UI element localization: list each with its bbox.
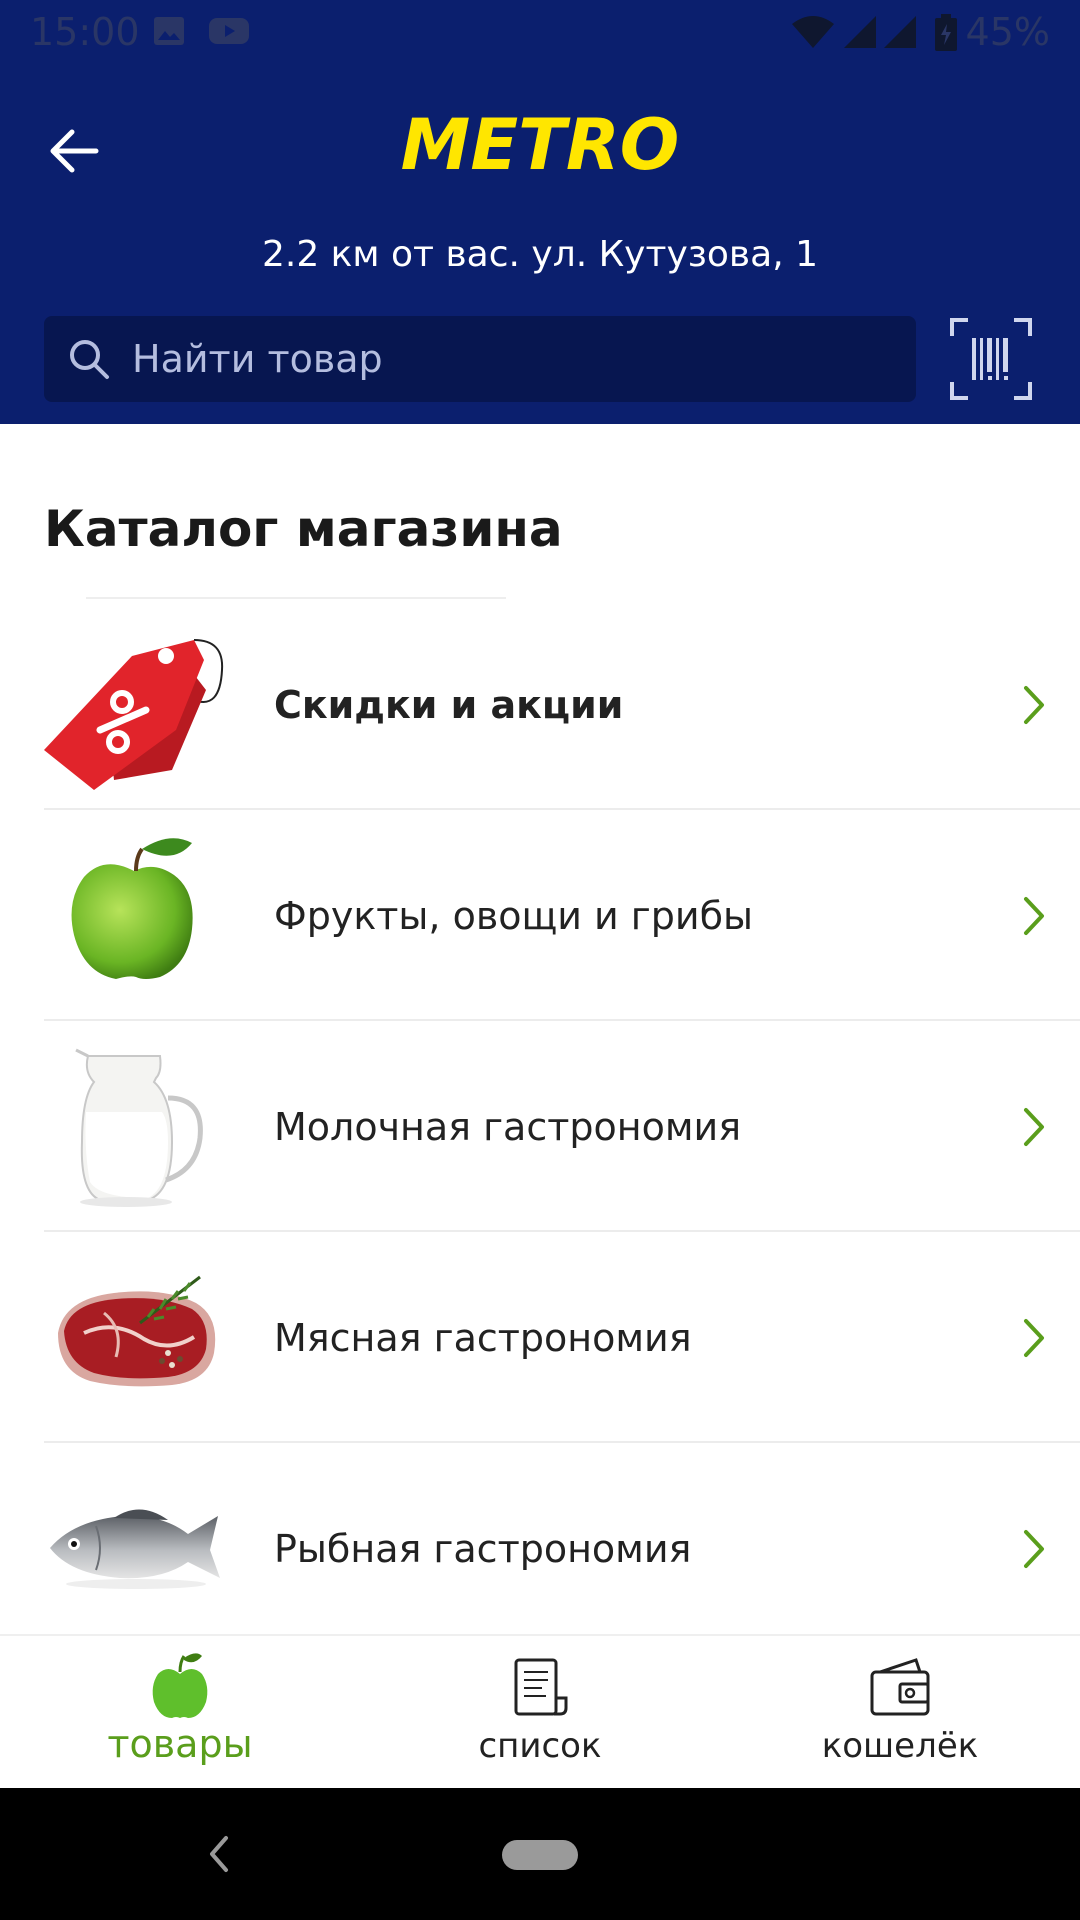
catalog-item-label: Скидки и акции bbox=[274, 683, 624, 727]
catalog-item-fruits[interactable]: Фрукты, овощи и грибы bbox=[44, 811, 1080, 1021]
system-navigation-bar bbox=[0, 1788, 1080, 1920]
nav-tab-label: список bbox=[478, 1726, 602, 1766]
wallet-icon bbox=[870, 1658, 930, 1716]
catalog-item-meat[interactable]: Мясная гастрономия bbox=[44, 1233, 1080, 1443]
chevron-right-icon bbox=[1024, 1530, 1044, 1568]
status-bar: 15:00 45% bbox=[0, 0, 1080, 66]
catalog-title: Каталог магазина bbox=[44, 500, 563, 558]
metro-logo: METRO bbox=[400, 104, 680, 186]
bottom-navigation: товары список кошелёк bbox=[0, 1634, 1080, 1788]
battery-icon bbox=[934, 14, 958, 56]
battery-percent: 45% bbox=[965, 10, 1050, 54]
nav-tab-wallet[interactable]: кошелёк bbox=[720, 1636, 1080, 1790]
app-header: METRO 2.2 км от вас. ул. Кутузова, 1 bbox=[0, 66, 1080, 424]
system-back-icon[interactable] bbox=[200, 1828, 236, 1880]
youtube-icon bbox=[208, 14, 250, 52]
nav-tab-label: товары bbox=[107, 1722, 253, 1766]
milk-jug-icon bbox=[44, 1042, 228, 1212]
search-box[interactable] bbox=[44, 316, 916, 402]
search-icon bbox=[70, 340, 109, 379]
catalog-item-label: Мясная гастрономия bbox=[274, 1316, 692, 1360]
barcode-scan-icon bbox=[950, 318, 1032, 400]
steak-icon bbox=[44, 1253, 228, 1423]
catalog-item-fish[interactable]: Рыбная гастрономия bbox=[44, 1444, 1080, 1654]
chevron-right-icon bbox=[1024, 1108, 1044, 1146]
divider bbox=[86, 597, 506, 599]
catalog-item-discounts[interactable]: Скидки и акции bbox=[44, 600, 1080, 810]
signal-icon bbox=[882, 14, 918, 54]
barcode-scan-button[interactable] bbox=[948, 316, 1034, 402]
chevron-right-icon bbox=[1024, 897, 1044, 935]
chevron-right-icon bbox=[1024, 1319, 1044, 1357]
chevron-right-icon bbox=[1024, 686, 1044, 724]
status-time: 15:00 bbox=[30, 10, 140, 54]
signal-icon bbox=[842, 14, 878, 54]
apple-icon bbox=[152, 1653, 208, 1718]
fish-icon bbox=[44, 1464, 228, 1634]
list-icon bbox=[514, 1658, 568, 1716]
nav-tab-list[interactable]: список bbox=[360, 1636, 720, 1790]
nav-tab-label: кошелёк bbox=[821, 1726, 979, 1766]
apple-icon bbox=[44, 831, 228, 1001]
catalog-item-dairy[interactable]: Молочная гастрономия bbox=[44, 1022, 1080, 1232]
discount-tag-icon bbox=[44, 620, 228, 790]
catalog-item-label: Фрукты, овощи и грибы bbox=[274, 894, 754, 938]
catalog-item-label: Молочная гастрономия bbox=[274, 1105, 742, 1149]
nav-tab-products[interactable]: товары bbox=[0, 1636, 360, 1790]
search-input[interactable] bbox=[132, 316, 892, 402]
catalog-item-label: Рыбная гастрономия bbox=[274, 1527, 692, 1571]
wifi-icon bbox=[790, 14, 836, 54]
image-icon bbox=[152, 14, 186, 52]
system-home-button[interactable] bbox=[502, 1840, 578, 1870]
store-distance-address[interactable]: 2.2 км от вас. ул. Кутузова, 1 bbox=[0, 234, 1080, 275]
